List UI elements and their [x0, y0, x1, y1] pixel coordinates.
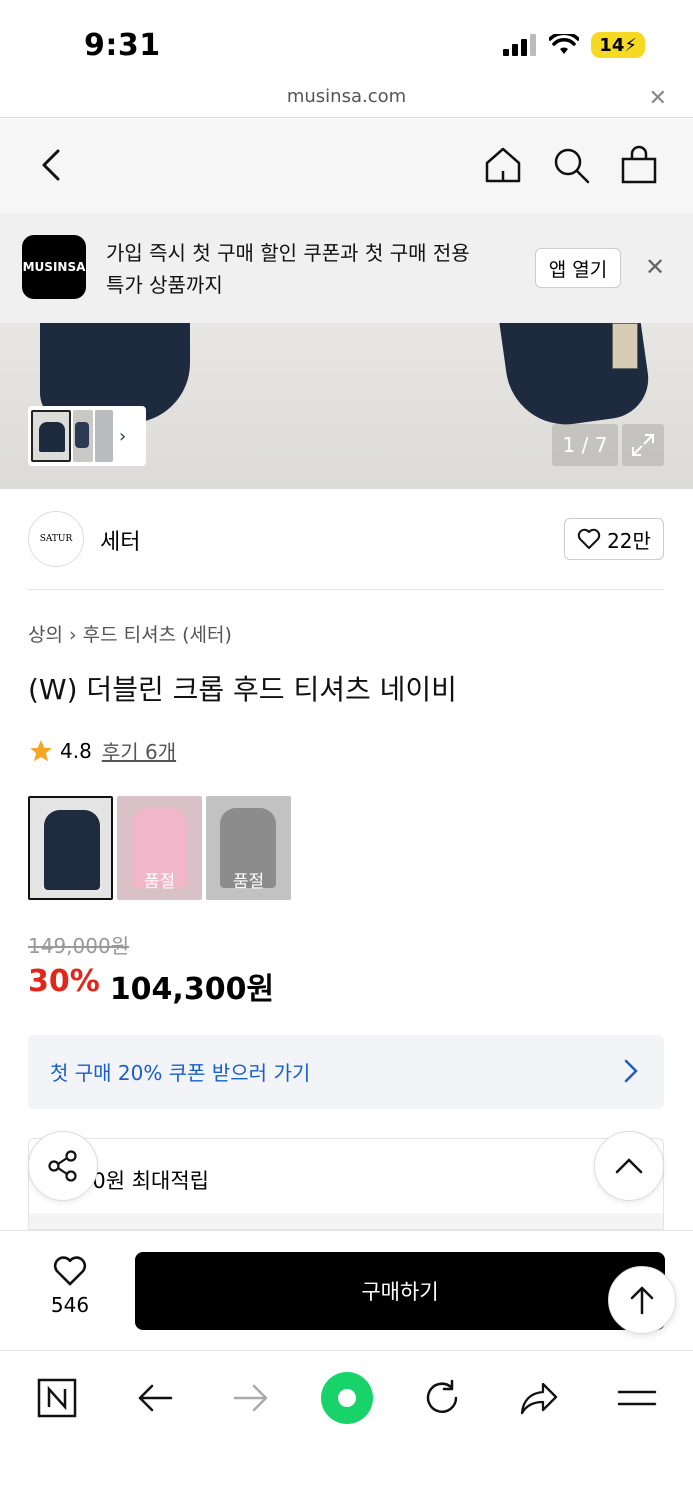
forward-arrow-icon[interactable] [226, 1373, 276, 1423]
points-card-footer [29, 1213, 663, 1229]
brand-logo[interactable]: SATUR [28, 511, 84, 567]
share-arrow-icon[interactable] [514, 1373, 564, 1423]
back-icon[interactable] [36, 145, 68, 185]
points-text: 00원 최대적립 [79, 1169, 209, 1193]
brand-like-button[interactable]: 22만 [564, 518, 664, 560]
open-app-button[interactable]: 앱 열기 [535, 248, 621, 288]
url-text: musinsa.com [286, 86, 407, 107]
color-swatches: 품절 품절 [28, 796, 291, 900]
close-icon[interactable]: ✕ [649, 86, 667, 111]
brand-like-count: 22만 [607, 528, 651, 553]
original-price: 149,000원 [28, 934, 130, 958]
nav-actions [483, 145, 659, 185]
share-button[interactable] [28, 1131, 98, 1201]
status-icons: 14 ⚡ [503, 32, 645, 58]
musinsa-logo: MUSINSA [22, 235, 86, 299]
battery-level: 14 [599, 34, 625, 56]
naver-icon[interactable] [32, 1373, 82, 1423]
green-dot-icon[interactable] [320, 1371, 374, 1425]
thumbnail-strip[interactable]: › [28, 406, 146, 466]
discount-rate: 30% [28, 964, 100, 999]
swatch-pink[interactable]: 품절 [117, 796, 202, 900]
heart-icon [577, 528, 601, 549]
site-nav-bar [0, 119, 693, 213]
hoodie-thumbnail [44, 810, 100, 890]
wishlist-count: 546 [50, 1293, 90, 1317]
review-link[interactable]: 후기 6개 [102, 736, 176, 765]
signal-icon [503, 34, 537, 56]
app-install-banner: MUSINSA 가입 즉시 첫 구매 할인 쿠폰과 첫 구매 전용 특가 상품까… [0, 213, 693, 323]
thumbnail[interactable] [73, 410, 93, 462]
search-icon[interactable] [551, 145, 591, 185]
points-card: 00원 최대적립 [28, 1138, 664, 1230]
chevron-right-icon [624, 1059, 638, 1083]
back-arrow-icon[interactable] [130, 1373, 180, 1423]
swatch-navy[interactable] [28, 796, 113, 900]
rating-row: 4.8 후기 6개 [28, 736, 176, 765]
chevron-up-icon [615, 1158, 643, 1174]
expand-icon[interactable] [622, 424, 664, 466]
purchase-bar: 546 구매하기 [0, 1230, 693, 1348]
url-bar[interactable]: musinsa.com ✕ [0, 80, 693, 118]
heart-icon [53, 1256, 87, 1286]
bag-icon[interactable] [619, 145, 659, 185]
thumbnail[interactable] [95, 410, 113, 462]
scroll-to-top-button[interactable] [608, 1266, 676, 1334]
product-image-label-patch [612, 323, 638, 369]
image-counter: 1 / 7 [552, 424, 618, 466]
banner-line-2: 특가 상품까지 [106, 273, 223, 297]
menu-icon[interactable] [612, 1373, 662, 1423]
star-icon [30, 739, 52, 761]
product-title: (W) 더블린 크롭 후드 티셔츠 네이비 [28, 673, 457, 706]
price-row: 30% 104,300원 [28, 964, 274, 1008]
browser-toolbar [0, 1350, 693, 1500]
wifi-icon [549, 34, 580, 54]
share-icon [48, 1150, 77, 1182]
buy-button[interactable]: 구매하기 [135, 1252, 665, 1330]
breadcrumb-separator: › [69, 624, 83, 646]
status-time: 9:31 [84, 28, 161, 63]
breadcrumb: 상의 › 후드 티셔츠 (세터) [28, 620, 232, 647]
soldout-label: 품절 [232, 872, 265, 892]
swatch-gray[interactable]: 품절 [206, 796, 291, 900]
sale-price: 104,300원 [109, 972, 275, 1007]
coupon-text: 첫 구매 20% 쿠폰 받으러 가기 [50, 1061, 311, 1085]
brand-name[interactable]: 세터 [100, 524, 140, 556]
bolt-icon: ⚡ [624, 34, 637, 56]
battery-indicator: 14 ⚡ [591, 32, 645, 58]
wishlist-button[interactable]: 546 [30, 1255, 110, 1317]
breadcrumb-item[interactable]: 후드 티셔츠 (세터) [83, 624, 232, 646]
close-icon[interactable]: ✕ [645, 253, 665, 281]
collapse-button[interactable] [594, 1131, 664, 1201]
thumbnail[interactable] [31, 410, 71, 462]
refresh-icon[interactable] [417, 1373, 467, 1423]
banner-text: 가입 즉시 첫 구매 할인 쿠폰과 첫 구매 전용 특가 상품까지 [106, 237, 506, 301]
chevron-right-icon[interactable]: › [119, 426, 126, 447]
rating-value: 4.8 [60, 738, 92, 763]
home-icon[interactable] [483, 145, 523, 185]
brand-row: SATUR 세터 22만 [28, 508, 664, 590]
arrow-up-icon [630, 1286, 654, 1315]
status-bar: 9:31 14 ⚡ [0, 0, 693, 80]
first-purchase-coupon-banner[interactable]: 첫 구매 20% 쿠폰 받으러 가기 [28, 1035, 664, 1109]
soldout-label: 품절 [143, 872, 176, 892]
product-image-gallery[interactable]: › 1 / 7 [0, 323, 693, 489]
banner-line-1: 가입 즉시 첫 구매 할인 쿠폰과 첫 구매 전용 [106, 241, 470, 265]
breadcrumb-item[interactable]: 상의 [28, 624, 63, 646]
